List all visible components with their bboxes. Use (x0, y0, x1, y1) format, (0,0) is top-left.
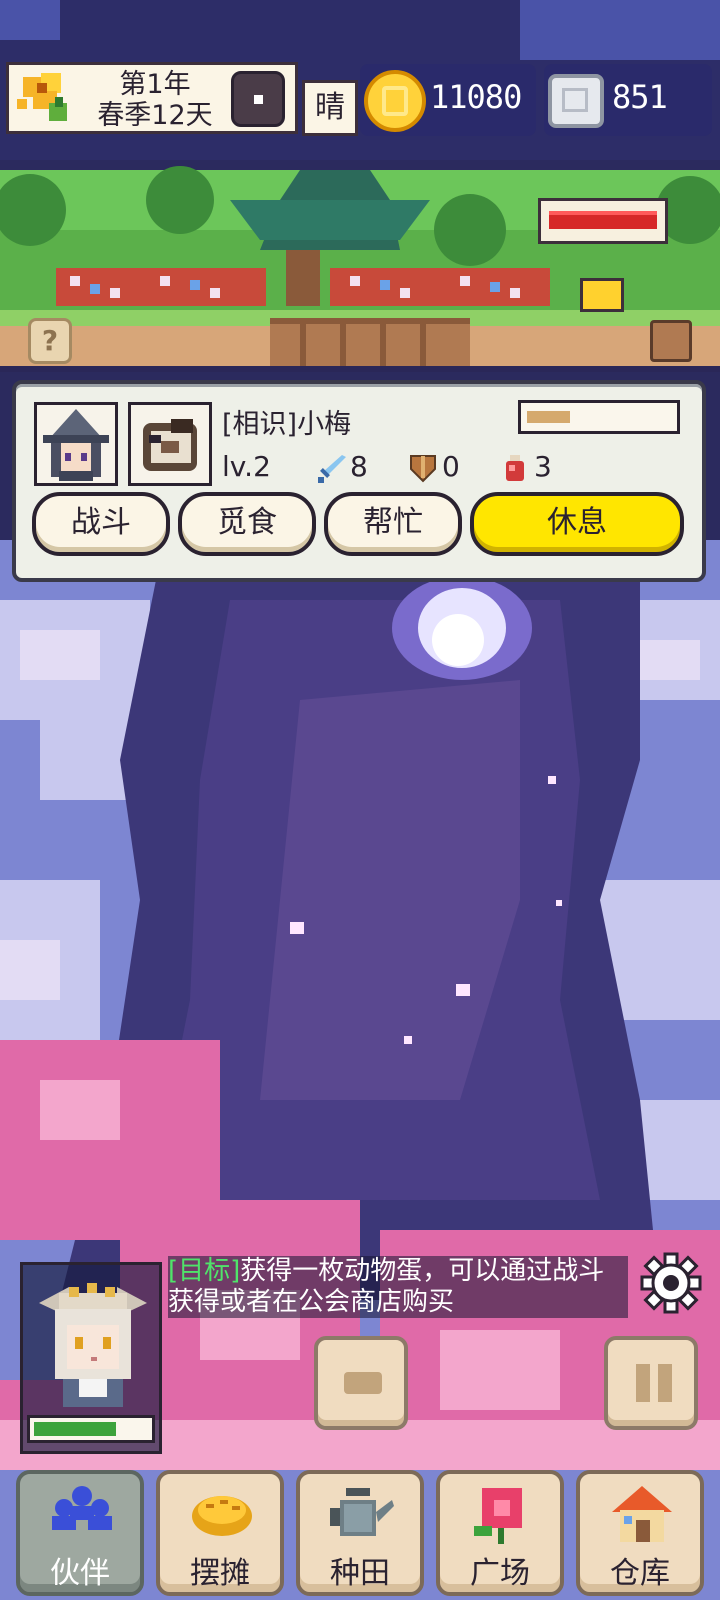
nav-tab-partner[interactable]: 伙伴 (16, 1470, 144, 1596)
nav-tab-warehouse[interactable]: 仓库 (576, 1470, 704, 1596)
chick-icon[interactable] (580, 278, 624, 312)
partners-icon (52, 1486, 112, 1530)
coin-amount: 11080 (430, 78, 522, 116)
attack-value: 8 (350, 450, 368, 483)
help-button[interactable]: ? (28, 318, 72, 364)
weather-indicator: 晴 (302, 80, 358, 136)
nav-tab-square[interactable]: 广场 (436, 1470, 564, 1596)
level-stat: lv.2 (222, 450, 271, 483)
year-label: 第1年 (119, 69, 191, 100)
settings-gear-icon[interactable] (640, 1252, 702, 1314)
sword-icon (318, 455, 346, 483)
bag-icon[interactable] (650, 320, 692, 362)
nav-label-square: 广场 (470, 1556, 530, 1591)
nav-tab-farm[interactable]: 种田 (296, 1470, 424, 1596)
nav-label-farm: 种田 (330, 1556, 390, 1591)
watering-can-icon (330, 1488, 394, 1536)
clock-icon[interactable] (231, 71, 285, 127)
chat-button[interactable] (314, 1336, 408, 1430)
gem-balance[interactable]: 851 (544, 64, 712, 136)
potion-icon (506, 455, 524, 481)
season-day-label: 春季12天 (97, 100, 213, 131)
pause-button[interactable] (604, 1336, 698, 1430)
avatar-hp-bar (27, 1415, 155, 1443)
nav-label-stall: 摆摊 (190, 1556, 250, 1591)
nav-label-partner: 伙伴 (50, 1556, 110, 1591)
partner-panel: [相识]小梅 lv.2 8 0 3 战斗 觅食 帮忙 休息 (12, 380, 706, 582)
hp-stat: 3 (500, 450, 552, 483)
defense-value: 0 (442, 450, 460, 483)
attack-stat: 8 (316, 450, 368, 483)
affinity-fill (527, 411, 570, 423)
goal-message[interactable]: [目标]获得一枚动物蛋，可以通过战斗获得或者在公会商店购买 (168, 1256, 628, 1318)
bread-icon (192, 1496, 252, 1536)
house-icon (612, 1486, 672, 1542)
help-action-button[interactable]: 帮忙 (324, 492, 462, 556)
goal-tag: [目标] (168, 1256, 241, 1286)
coin-balance[interactable]: 11080 (360, 64, 536, 136)
fight-button[interactable]: 战斗 (32, 492, 170, 556)
flower-icon (15, 71, 77, 129)
defense-stat: 0 (408, 450, 460, 483)
coin-icon (364, 70, 426, 132)
player-avatar[interactable] (20, 1262, 162, 1454)
scene-health-bar (538, 198, 668, 244)
flower-bloom-icon (474, 1488, 522, 1544)
gem-icon (548, 74, 604, 128)
date-panel[interactable]: 第1年 春季12天 (6, 62, 298, 134)
pet-portrait[interactable] (128, 402, 212, 486)
gem-amount: 851 (612, 78, 668, 116)
shield-icon (410, 455, 436, 483)
rest-button[interactable]: 休息 (470, 492, 684, 556)
nav-tab-stall[interactable]: 摆摊 (156, 1470, 284, 1596)
partner-name: [相识]小梅 (222, 409, 352, 440)
scene-health-fill (549, 211, 657, 229)
affinity-bar (518, 400, 680, 434)
avatar-hp-fill (34, 1422, 116, 1436)
nav-label-warehouse: 仓库 (610, 1556, 670, 1591)
forage-button[interactable]: 觅食 (178, 492, 316, 556)
partner-portrait[interactable] (34, 402, 118, 486)
hp-value: 3 (534, 450, 552, 483)
date-text: 第1年 春季12天 (85, 69, 225, 131)
